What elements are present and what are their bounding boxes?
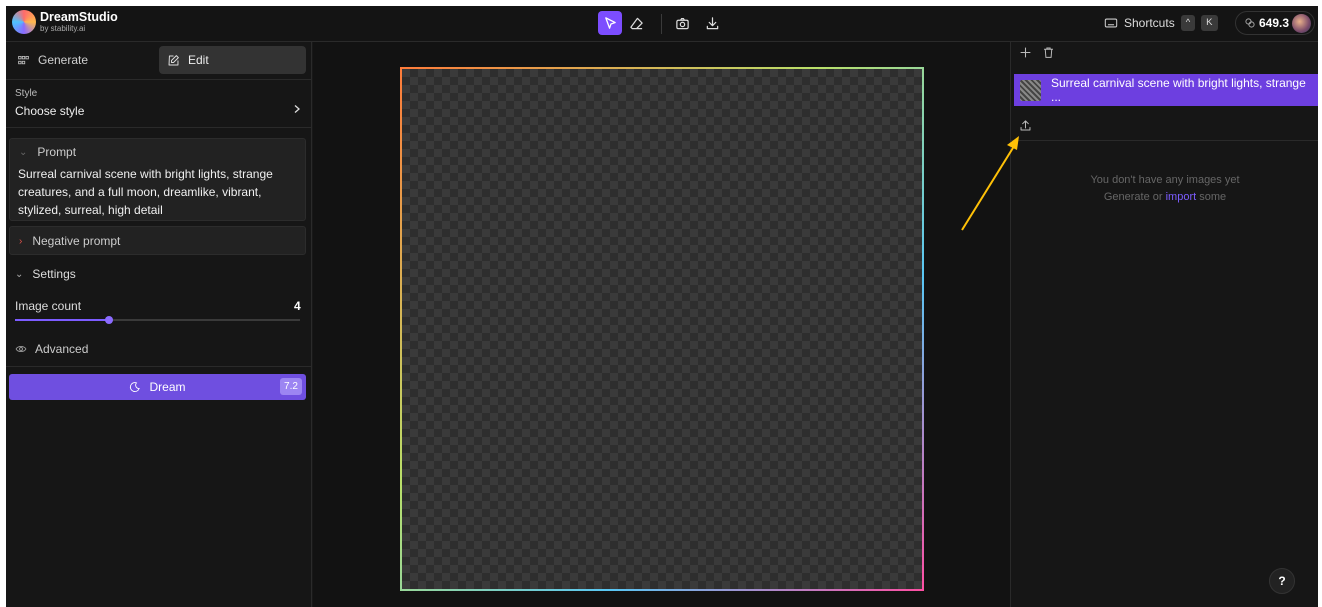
select-tool-button[interactable] bbox=[598, 11, 622, 35]
negative-prompt-section[interactable]: › Negative prompt bbox=[9, 226, 306, 255]
download-button[interactable] bbox=[700, 11, 724, 35]
advanced-toggle[interactable]: Advanced bbox=[15, 342, 88, 356]
settings-label: Settings bbox=[32, 267, 76, 281]
image-count-value: 4 bbox=[294, 299, 301, 313]
grid-icon bbox=[18, 55, 29, 64]
left-panel: Generate Edit Style Choose style ⌄ Promp… bbox=[6, 42, 312, 607]
dreamstudio-logo[interactable] bbox=[12, 10, 36, 34]
toolbar-divider bbox=[661, 14, 662, 34]
divider bbox=[1011, 140, 1318, 141]
edit-canvas[interactable] bbox=[400, 67, 924, 591]
tab-generate[interactable]: Generate bbox=[9, 46, 156, 74]
app-window: DreamStudio by stability.ai Shortcuts ^ … bbox=[6, 6, 1318, 607]
negative-prompt-header[interactable]: › Negative prompt bbox=[10, 227, 305, 248]
import-link[interactable]: import bbox=[1166, 191, 1197, 203]
layer-tools bbox=[1019, 46, 1055, 59]
image-count-slider[interactable] bbox=[15, 316, 300, 324]
negative-prompt-label: Negative prompt bbox=[32, 234, 121, 248]
dream-button[interactable]: Dream 7.2 bbox=[9, 374, 306, 400]
shortcuts-label: Shortcuts bbox=[1124, 16, 1175, 30]
cursor-icon bbox=[604, 16, 616, 29]
eye-icon bbox=[15, 346, 27, 352]
user-avatar[interactable] bbox=[1292, 14, 1311, 33]
brand[interactable]: DreamStudio by stability.ai bbox=[40, 10, 118, 34]
slider-knob[interactable] bbox=[105, 316, 114, 324]
chevron-right-icon: › bbox=[19, 235, 23, 247]
style-label: Style bbox=[15, 88, 38, 99]
app-name: DreamStudio bbox=[40, 10, 118, 24]
shortcut-key-k: K bbox=[1201, 15, 1218, 31]
download-icon bbox=[706, 16, 718, 29]
tab-edit[interactable]: Edit bbox=[159, 46, 306, 74]
canvas-area bbox=[313, 42, 1010, 607]
empty-hint-suffix: some bbox=[1196, 191, 1227, 203]
tab-generate-label: Generate bbox=[38, 53, 89, 67]
camera-icon bbox=[675, 17, 689, 29]
empty-state-text: You don't have any images yet bbox=[1090, 174, 1240, 186]
mode-tabs: Generate Edit bbox=[6, 42, 312, 80]
shortcuts-button[interactable]: Shortcuts ^ K bbox=[1104, 15, 1218, 31]
slider-fill bbox=[15, 319, 110, 321]
prompt-label: Prompt bbox=[37, 145, 77, 159]
layer-item[interactable]: Surreal carnival scene with bright light… bbox=[1014, 74, 1318, 106]
shortcut-key-ctrl: ^ bbox=[1180, 15, 1196, 31]
top-bar: DreamStudio by stability.ai Shortcuts ^ … bbox=[6, 6, 1318, 42]
app-subtitle: by stability.ai bbox=[40, 24, 86, 33]
style-selector[interactable]: Style Choose style bbox=[6, 80, 312, 128]
eraser-tool-button[interactable] bbox=[624, 11, 648, 35]
dream-cost-badge: 7.2 bbox=[280, 378, 302, 395]
snapshot-button[interactable] bbox=[670, 11, 694, 35]
layer-thumbnail bbox=[1020, 79, 1041, 101]
chevron-down-icon: ⌄ bbox=[15, 268, 24, 280]
credits-value: 649.3 bbox=[1259, 16, 1290, 30]
empty-hint-prefix: Generate or bbox=[1103, 191, 1166, 203]
empty-state-hint: Generate or import some bbox=[1011, 191, 1318, 203]
prompt-header[interactable]: ⌄ Prompt bbox=[10, 139, 305, 159]
chevron-right-icon bbox=[294, 105, 300, 113]
chevron-down-icon: ⌄ bbox=[19, 146, 28, 158]
image-count-label: Image count bbox=[15, 299, 82, 313]
divider bbox=[6, 366, 312, 367]
credits-badge[interactable]: 649.3 bbox=[1235, 11, 1315, 35]
upload-icon[interactable] bbox=[1019, 119, 1032, 132]
settings-header[interactable]: ⌄ Settings bbox=[15, 267, 76, 281]
add-layer-icon[interactable] bbox=[1019, 46, 1032, 59]
right-panel: Surreal carnival scene with bright light… bbox=[1010, 42, 1318, 607]
edit-icon bbox=[168, 54, 179, 65]
coins-icon bbox=[1245, 18, 1255, 28]
help-button[interactable]: ? bbox=[1269, 568, 1295, 594]
prompt-input[interactable]: Surreal carnival scene with bright light… bbox=[10, 159, 305, 219]
transparent-canvas[interactable] bbox=[402, 69, 922, 589]
keyboard-icon bbox=[1104, 18, 1118, 28]
layer-label: Surreal carnival scene with bright light… bbox=[1050, 76, 1306, 104]
trash-icon[interactable] bbox=[1042, 46, 1055, 59]
advanced-label: Advanced bbox=[35, 342, 89, 356]
eraser-icon bbox=[629, 17, 643, 29]
style-value: Choose style bbox=[15, 104, 85, 118]
prompt-section: ⌄ Prompt Surreal carnival scene with bri… bbox=[9, 138, 306, 221]
moon-icon bbox=[130, 382, 141, 392]
dream-label: Dream bbox=[149, 380, 186, 394]
tab-edit-label: Edit bbox=[188, 53, 209, 67]
